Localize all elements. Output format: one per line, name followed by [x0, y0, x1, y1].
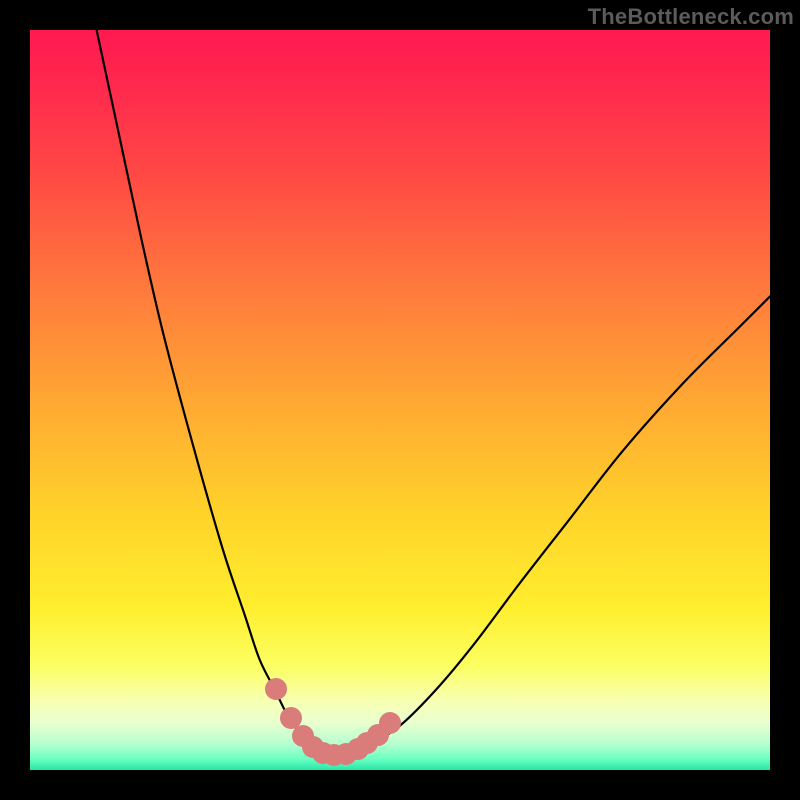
highlight-dot: [265, 678, 287, 700]
chart-frame: TheBottleneck.com: [0, 0, 800, 800]
plot-area: [30, 30, 770, 770]
watermark-text: TheBottleneck.com: [588, 4, 794, 30]
bottleneck-curve: [30, 30, 770, 770]
highlight-dot: [379, 712, 401, 734]
